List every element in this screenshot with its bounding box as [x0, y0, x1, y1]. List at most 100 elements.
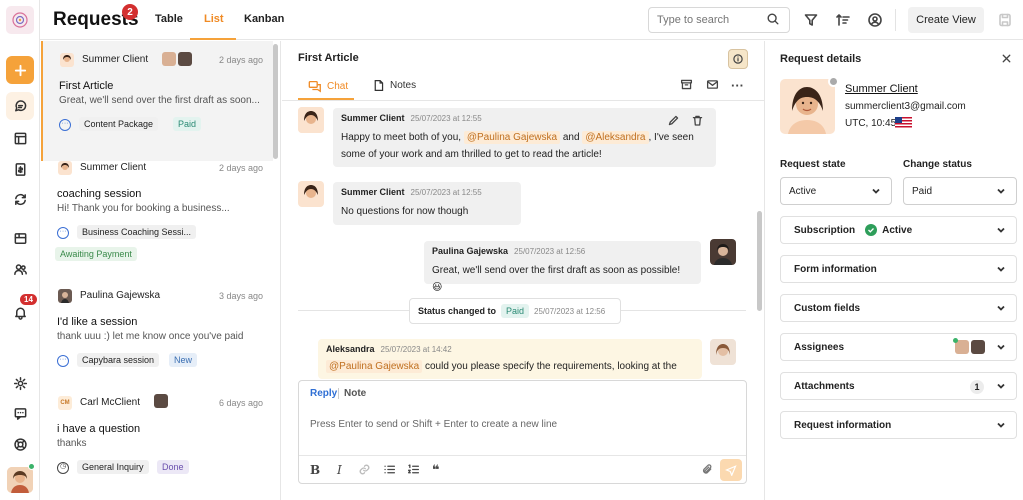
notes-icon	[374, 80, 384, 91]
archive-icon[interactable]	[680, 78, 693, 91]
search-icon[interactable]	[766, 12, 780, 26]
client-avatar	[58, 161, 72, 175]
users-nav-icon[interactable]	[6, 255, 34, 283]
app-logo[interactable]	[6, 6, 34, 34]
attach-icon[interactable]	[701, 463, 714, 476]
status-badge: Awaiting Payment	[55, 247, 137, 261]
tab-table[interactable]: Table	[155, 13, 183, 25]
bullet-list-icon[interactable]	[383, 463, 396, 476]
attachments-section[interactable]: Attachments 1	[780, 372, 1017, 400]
request-information-section[interactable]: Request information	[780, 411, 1017, 439]
list-item[interactable]: CM Carl McClient 6 days ago i have a que…	[41, 384, 273, 500]
delete-icon[interactable]	[691, 114, 704, 127]
client-name: Paulina Gajewska	[80, 290, 161, 301]
clock-icon: ◷	[57, 462, 69, 474]
mention-tag[interactable]: @Paulina Gajewska	[463, 131, 561, 144]
chevron-down-icon	[996, 225, 1006, 235]
add-button[interactable]	[6, 56, 34, 84]
chat-message: Paulina Gajewska 25/07/2023 at 12:56 Grea…	[424, 241, 701, 293]
tab-list[interactable]: List	[204, 13, 224, 25]
user-avatar[interactable]	[7, 467, 33, 493]
quote-icon[interactable]: ❝	[432, 462, 440, 478]
service-type: Business Coaching Sessi...	[77, 225, 197, 239]
request-preview: thanks	[57, 438, 87, 449]
client-initials-avatar: CM	[58, 396, 72, 410]
create-view-button[interactable]: Create View	[908, 7, 984, 33]
numbered-list-icon[interactable]	[407, 463, 420, 476]
invoice-nav-icon[interactable]	[6, 155, 34, 183]
feedback-nav-icon[interactable]	[6, 399, 34, 427]
sort-icon[interactable]	[835, 12, 851, 28]
chat-panel: First Article Chat Notes ··· Summer Clie…	[282, 41, 764, 500]
more-options-icon[interactable]: ···	[731, 78, 744, 93]
settings-nav-icon[interactable]	[6, 369, 34, 397]
info-button[interactable]	[728, 49, 748, 69]
help-nav-icon[interactable]	[6, 430, 34, 458]
client-local-time: UTC, 10:45	[845, 118, 897, 129]
client-avatar	[60, 53, 74, 67]
subscription-status: Active	[882, 224, 913, 236]
list-scrollbar[interactable]	[273, 44, 278, 159]
subscription-section[interactable]: Subscription Active	[780, 216, 1017, 244]
message-input[interactable]: Press Enter to send or Shift + Enter to …	[310, 419, 730, 430]
tab-chat[interactable]: Chat	[308, 79, 348, 93]
mention-tag[interactable]: @Paulina Gajewska	[326, 360, 423, 373]
tab-notes-label: Notes	[390, 80, 417, 91]
close-icon[interactable]	[1000, 52, 1013, 65]
left-navigation: 14	[0, 0, 40, 500]
message-text: No questions for now though	[341, 206, 469, 217]
package-nav-icon[interactable]	[6, 224, 34, 252]
status-badge: Paid	[501, 304, 530, 318]
account-icon[interactable]	[867, 12, 883, 28]
filter-icon[interactable]	[803, 12, 819, 28]
request-preview: Great, we'll send over the first draft a…	[59, 95, 259, 106]
list-item[interactable]: Paulina Gajewska 3 days ago I'd like a s…	[41, 277, 273, 397]
chat-scrollbar[interactable]	[757, 211, 762, 311]
sync-nav-icon[interactable]	[6, 185, 34, 213]
form-information-section[interactable]: Form information	[780, 255, 1017, 283]
reply-tab[interactable]: Reply	[310, 388, 337, 399]
section-title: Request information	[794, 419, 892, 431]
send-button[interactable]	[720, 459, 742, 481]
chevron-down-icon	[871, 186, 881, 196]
request-subject: I'd like a session	[57, 316, 138, 328]
assignee-avatar	[162, 52, 176, 66]
italic-icon[interactable]: I	[337, 463, 342, 477]
message-text: Great, we'll send over the first draft a…	[432, 265, 681, 293]
client-avatar-large[interactable]	[780, 79, 835, 134]
request-details-panel: Request details Summer Client summerclie…	[764, 41, 1023, 500]
change-status-select[interactable]: Paid	[903, 177, 1017, 205]
email-icon[interactable]	[706, 78, 719, 91]
link-icon[interactable]	[358, 463, 371, 476]
edit-icon[interactable]	[667, 114, 680, 127]
message-text: and	[562, 132, 580, 143]
list-item[interactable]: Summer Client 2 days ago coaching sessio…	[41, 149, 273, 269]
section-title: Custom fields	[794, 302, 861, 314]
message-text: , I've seen	[648, 132, 694, 143]
chevron-down-icon	[996, 264, 1006, 274]
client-name-link[interactable]: Summer Client	[845, 83, 918, 95]
chat-message: Summer Client 25/07/2023 at 12:55 Happy t…	[333, 108, 716, 167]
status-change-time: 25/07/2023 at 12:56	[534, 306, 606, 316]
assignees-section[interactable]: Assignees	[780, 333, 1017, 361]
bold-icon[interactable]: B	[310, 463, 320, 477]
tab-kanban[interactable]: Kanban	[244, 13, 284, 25]
layout-nav-icon[interactable]	[6, 124, 34, 152]
status-badge: Done	[157, 460, 189, 474]
message-text: Happy to meet both of you,	[341, 132, 462, 143]
chevron-down-icon	[996, 303, 1006, 313]
request-state-select[interactable]: Active	[780, 177, 892, 205]
message-author: Aleksandra	[326, 344, 375, 354]
mention-tag[interactable]: @Aleksandra	[582, 131, 649, 144]
note-tab[interactable]: Note	[344, 388, 366, 399]
list-item[interactable]: Summer Client 2 days ago First Article G…	[41, 41, 273, 161]
chat-icon	[308, 80, 321, 93]
tab-notes[interactable]: Notes	[372, 79, 416, 92]
chat-message: Summer Client 25/07/2023 at 12:55 No ques…	[333, 182, 521, 225]
save-icon[interactable]	[997, 12, 1013, 28]
panel-title: Request details	[780, 53, 862, 65]
custom-fields-section[interactable]: Custom fields	[780, 294, 1017, 322]
requests-nav-icon[interactable]	[6, 92, 34, 120]
chat-message: Aleksandra 25/07/2023 at 14:42 @Paulina G…	[318, 339, 702, 379]
service-type-icon: ···	[59, 119, 71, 131]
